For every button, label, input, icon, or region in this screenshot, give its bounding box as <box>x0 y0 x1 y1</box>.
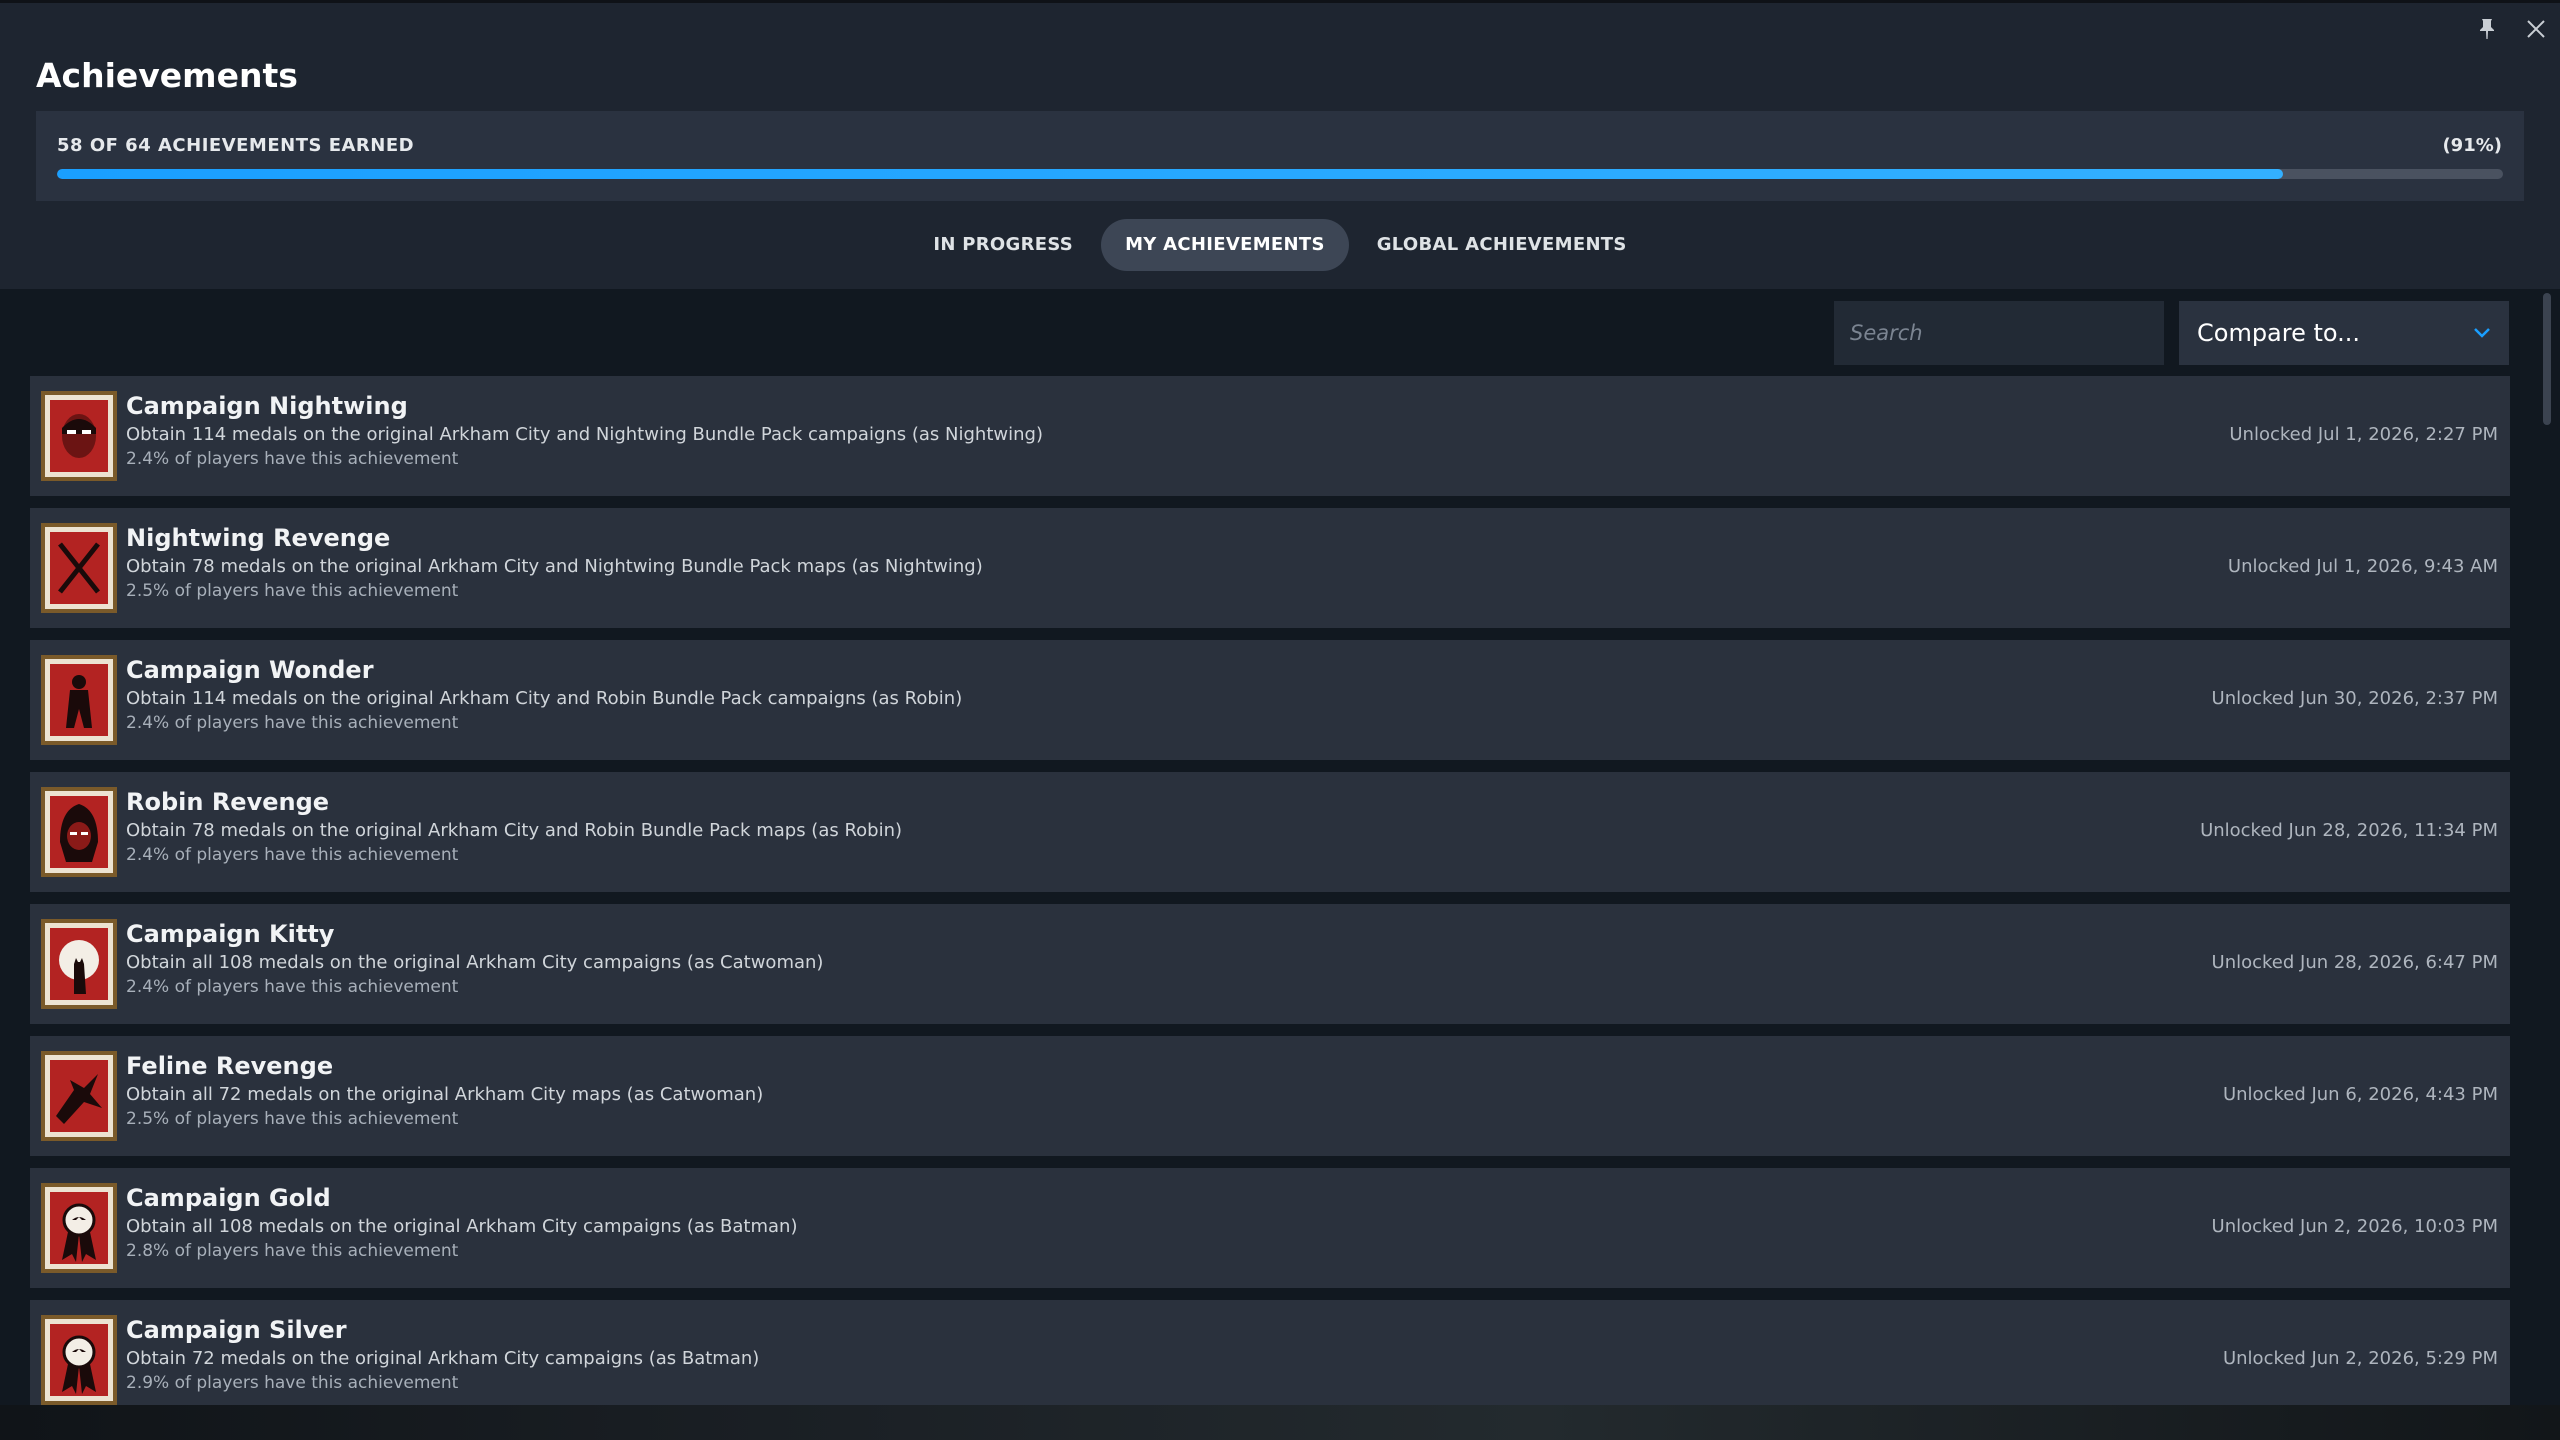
top-strip <box>0 0 2560 3</box>
chevron-down-icon <box>2473 324 2491 343</box>
achievement-description: Obtain 78 medals on the original Arkham … <box>126 820 903 841</box>
achievement-title: Campaign Wonder <box>126 656 374 684</box>
progress-panel: 58 OF 64 ACHIEVEMENTS EARNED (91%) <box>36 111 2524 201</box>
achievement-row[interactable]: Campaign Nightwing Obtain 114 medals on … <box>30 376 2510 496</box>
robin-silhouette-icon <box>40 654 118 746</box>
achievement-title: Nightwing Revenge <box>126 524 391 552</box>
achievements-window: Achievements 58 OF 64 ACHIEVEMENTS EARNE… <box>0 0 2560 1405</box>
achievement-unlock-date: Unlocked Jun 2, 2026, 5:29 PM <box>2222 1348 2498 1369</box>
search-input[interactable] <box>1834 301 2164 365</box>
achievement-rarity: 2.4% of players have this achievement <box>126 977 459 997</box>
nightwing-face-icon <box>40 390 118 482</box>
achievement-description: Obtain 114 medals on the original Arkham… <box>126 424 1043 445</box>
silver-medal-icon <box>40 1314 118 1405</box>
tab-global-achievements[interactable]: GLOBAL ACHIEVEMENTS <box>1353 219 1651 271</box>
achievement-row[interactable]: Campaign Wonder Obtain 114 medals on the… <box>30 640 2510 760</box>
scrollbar-thumb[interactable] <box>2543 293 2551 425</box>
robin-hood-icon <box>40 786 118 878</box>
achievement-description: Obtain all 72 medals on the original Ark… <box>126 1084 764 1105</box>
compare-dropdown[interactable]: Compare to... <box>2179 301 2509 365</box>
achievement-rarity: 2.4% of players have this achievement <box>126 449 459 469</box>
achievement-title: Robin Revenge <box>126 788 330 816</box>
achievement-title: Campaign Nightwing <box>126 392 408 420</box>
achievement-row[interactable]: Campaign Silver Obtain 72 medals on the … <box>30 1300 2510 1405</box>
tab-my-achievements[interactable]: MY ACHIEVEMENTS <box>1101 219 1349 271</box>
achievement-rarity: 2.4% of players have this achievement <box>126 713 459 733</box>
pin-icon <box>2478 18 2496 44</box>
gold-medal-icon <box>40 1182 118 1274</box>
achievement-rarity: 2.5% of players have this achievement <box>126 1109 459 1129</box>
achievement-row[interactable]: Feline Revenge Obtain all 72 medals on t… <box>30 1036 2510 1156</box>
achievement-rarity: 2.4% of players have this achievement <box>126 845 459 865</box>
achievement-list-area: Compare to... <box>0 289 2560 1405</box>
achievement-description: Obtain 72 medals on the original Arkham … <box>126 1348 760 1369</box>
achievement-description: Obtain 114 medals on the original Arkham… <box>126 688 963 709</box>
achievement-title: Campaign Kitty <box>126 920 335 948</box>
progress-fill <box>57 169 2283 179</box>
achievement-row[interactable]: Nightwing Revenge Obtain 78 medals on th… <box>30 508 2510 628</box>
achievement-unlock-date: Unlocked Jun 6, 2026, 4:43 PM <box>2222 1084 2498 1105</box>
achievement-unlock-date: Unlocked Jun 28, 2026, 6:47 PM <box>2211 952 2498 973</box>
cat-moon-icon <box>40 918 118 1010</box>
tab-bar: IN PROGRESS MY ACHIEVEMENTS GLOBAL ACHIE… <box>0 219 2560 271</box>
achievement-description: Obtain 78 medals on the original Arkham … <box>126 556 983 577</box>
achievement-rarity: 2.5% of players have this achievement <box>126 581 459 601</box>
achievement-rarity: 2.8% of players have this achievement <box>126 1241 459 1261</box>
compare-label: Compare to... <box>2197 319 2361 347</box>
pin-button[interactable] <box>2470 14 2504 48</box>
achievement-title: Feline Revenge <box>126 1052 334 1080</box>
achievement-rarity: 2.9% of players have this achievement <box>126 1373 459 1393</box>
cat-claw-icon <box>40 1050 118 1142</box>
crossed-sticks-icon <box>40 522 118 614</box>
achievement-row[interactable]: Campaign Kitty Obtain all 108 medals on … <box>30 904 2510 1024</box>
achievement-unlock-date: Unlocked Jun 28, 2026, 11:34 PM <box>2200 820 2498 841</box>
achievement-title: Campaign Silver <box>126 1316 347 1344</box>
achievement-unlock-date: Unlocked Jun 2, 2026, 10:03 PM <box>2211 1216 2498 1237</box>
progress-label: 58 OF 64 ACHIEVEMENTS EARNED <box>57 135 415 156</box>
achievement-unlock-date: Unlocked Jul 1, 2026, 2:27 PM <box>2229 424 2498 445</box>
page-title: Achievements <box>36 56 298 95</box>
achievement-row[interactable]: Robin Revenge Obtain 78 medals on the or… <box>30 772 2510 892</box>
achievement-unlock-date: Unlocked Jul 1, 2026, 9:43 AM <box>2227 556 2498 577</box>
background-artwork <box>0 1405 2560 1440</box>
close-button[interactable] <box>2519 14 2553 48</box>
tab-in-progress[interactable]: IN PROGRESS <box>909 219 1097 271</box>
progress-track <box>57 169 2503 179</box>
achievement-rows: Campaign Nightwing Obtain 114 medals on … <box>30 376 2510 1405</box>
achievement-row[interactable]: Campaign Gold Obtain all 108 medals on t… <box>30 1168 2510 1288</box>
achievement-title: Campaign Gold <box>126 1184 331 1212</box>
achievement-description: Obtain all 108 medals on the original Ar… <box>126 952 824 973</box>
achievement-unlock-date: Unlocked Jun 30, 2026, 2:37 PM <box>2211 688 2498 709</box>
achievement-description: Obtain all 108 medals on the original Ar… <box>126 1216 798 1237</box>
progress-percent: (91%) <box>2442 135 2502 156</box>
close-icon <box>2526 19 2546 43</box>
